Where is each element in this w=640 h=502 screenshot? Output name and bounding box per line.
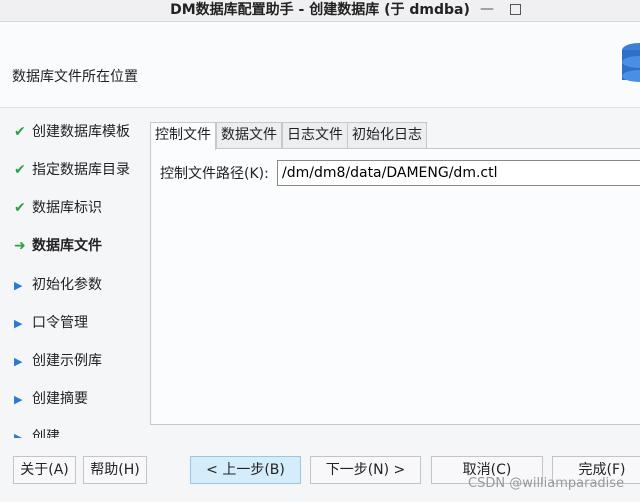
step-label: 创建: [32, 429, 60, 438]
page-title: 数据库文件所在位置: [12, 69, 138, 85]
help-button[interactable]: 帮助(H): [83, 456, 147, 484]
control-file-path-input[interactable]: [277, 160, 640, 186]
arrow-right-icon: ➜: [14, 238, 26, 254]
maximize-button[interactable]: [510, 4, 521, 15]
step-password: ▶ 口令管理: [14, 312, 88, 334]
triangle-right-icon: ▶: [14, 279, 23, 292]
step-init-params: ▶ 初始化参数: [14, 274, 102, 296]
prev-button[interactable]: < 上一步(B): [190, 456, 301, 484]
triangle-right-icon: ▶: [14, 431, 23, 438]
page-header: 数据库文件所在位置: [0, 22, 640, 108]
step-label: 创建数据库模板: [32, 124, 130, 140]
step-db-directory: ✔ 指定数据库目录: [14, 159, 130, 181]
tab-data-file[interactable]: 数据文件: [216, 122, 282, 149]
watermark: CSDN @williamparadise: [468, 476, 625, 491]
triangle-right-icon: ▶: [14, 355, 23, 368]
step-label: 指定数据库目录: [32, 162, 130, 178]
check-icon: ✔: [14, 124, 26, 140]
step-label: 数据库标识: [32, 200, 102, 216]
step-label: 数据库文件: [32, 238, 102, 254]
next-button[interactable]: 下一步(N) >: [310, 456, 421, 484]
step-db-files: ➜ 数据库文件: [14, 235, 102, 257]
tab-init-log[interactable]: 初始化日志: [347, 122, 427, 149]
step-create: ▶ 创建: [14, 426, 60, 438]
tab-panel: [150, 148, 640, 425]
step-create-template: ✔ 创建数据库模板: [14, 121, 130, 143]
tab-control-file[interactable]: 控制文件: [150, 122, 216, 150]
control-file-path-label: 控制文件路径(K):: [160, 166, 269, 182]
step-sidebar: ✔ 创建数据库模板 ✔ 指定数据库目录 ✔ 数据库标识 ➜ 数据库文件 ▶ 初始化参数 ▶…: [0, 108, 140, 438]
check-icon: ✔: [14, 162, 26, 178]
step-label: 创建示例库: [32, 353, 102, 369]
step-label: 创建摘要: [32, 391, 88, 407]
triangle-right-icon: ▶: [14, 393, 23, 406]
step-db-identity: ✔ 数据库标识: [14, 197, 102, 219]
step-label: 口令管理: [32, 315, 88, 331]
window-title: DM数据库配置助手 - 创建数据库 (于 dmdba): [170, 2, 470, 18]
database-icon: [622, 43, 640, 82]
minimize-button[interactable]: —: [480, 0, 494, 20]
check-icon: ✔: [14, 200, 26, 216]
step-summary: ▶ 创建摘要: [14, 388, 88, 410]
step-label: 初始化参数: [32, 277, 102, 293]
title-bar: DM数据库配置助手 - 创建数据库 (于 dmdba): [0, 0, 640, 22]
triangle-right-icon: ▶: [14, 317, 23, 330]
step-sample-db: ▶ 创建示例库: [14, 350, 102, 372]
about-button[interactable]: 关于(A): [13, 456, 76, 484]
tab-log-file[interactable]: 日志文件: [282, 122, 348, 149]
